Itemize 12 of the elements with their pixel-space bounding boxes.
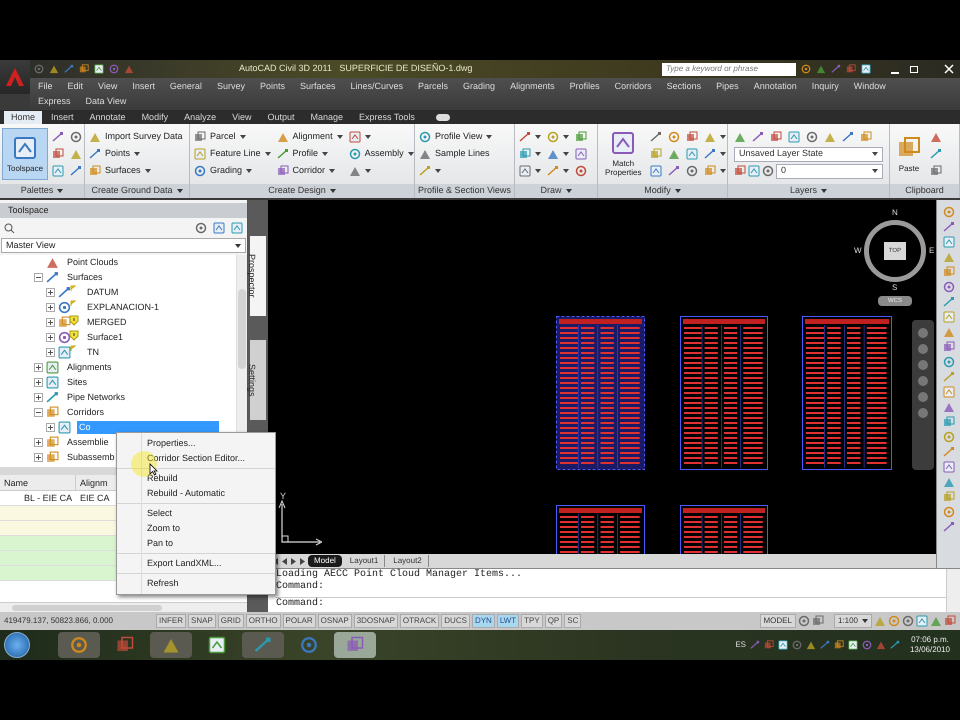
axis-label: Y: [280, 490, 286, 503]
coordinates: 419479.137, 50823.866, 0.000: [4, 615, 114, 627]
command-history-line: Command:: [276, 581, 326, 593]
compass-label: S: [892, 283, 898, 293]
compass-label: E: [929, 246, 934, 256]
table-cell-text: EIE CA: [79, 492, 111, 505]
compass-label: N: [892, 208, 898, 218]
compass-label: W: [854, 246, 862, 256]
command-history-line: Loading AECC Point Cloud Manager Items...: [276, 569, 524, 580]
palette-title: Toolspace: [0, 203, 247, 218]
table-cell-text: BL - EIE CA: [23, 492, 74, 505]
window-title: AutoCAD Civil 3D 2011 SUPERFICIE DE DISEÑO-1.dwg: [239, 62, 472, 76]
